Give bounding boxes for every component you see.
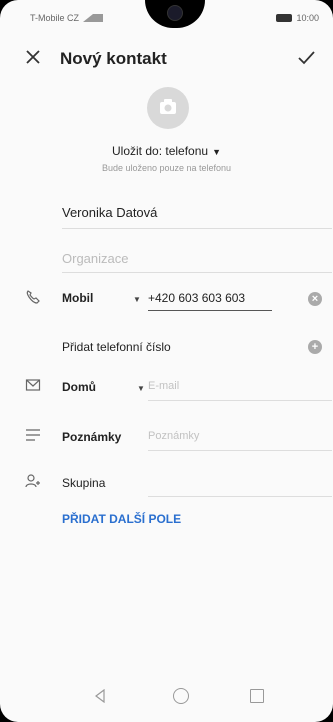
organization-divider [62, 272, 332, 273]
add-more-fields-button[interactable]: PŘIDAT DALŠÍ POLE [62, 512, 181, 526]
status-time: 10:00 [296, 13, 319, 23]
name-divider [62, 228, 332, 229]
signal-icon [83, 14, 104, 22]
status-left: T-Mobile CZ [30, 13, 104, 23]
add-icon[interactable]: + [308, 340, 322, 354]
camera-icon [160, 99, 176, 114]
home-icon[interactable] [173, 688, 189, 704]
phone-type-label[interactable]: Mobil [62, 291, 93, 305]
close-icon[interactable] [22, 46, 44, 68]
back-icon[interactable] [93, 689, 107, 703]
chevron-down-icon[interactable]: ▼ [133, 295, 141, 304]
name-field[interactable]: Veronika Datová [62, 205, 157, 220]
check-icon[interactable] [295, 46, 317, 68]
phone-input[interactable]: +420 603 603 603 [148, 291, 245, 305]
front-camera [167, 5, 183, 21]
save-location-label: Uložit do: telefonu [112, 144, 209, 158]
notes-input[interactable]: Poznámky [148, 430, 199, 442]
notes-divider [148, 450, 332, 451]
mail-icon [25, 379, 41, 391]
battery-icon [276, 14, 293, 22]
organization-field[interactable]: Organizace [62, 251, 128, 266]
save-location-note: Bude uloženo pouze na telefonu [101, 163, 232, 173]
chevron-down-icon: ▼ [212, 147, 221, 157]
clear-icon[interactable]: × [308, 292, 322, 306]
email-type-label[interactable]: Domů [62, 380, 96, 394]
notes-icon [26, 429, 40, 441]
status-bar: T-Mobile CZ 10:00 [0, 0, 333, 30]
status-right: 10:00 [276, 13, 319, 23]
group-divider [148, 496, 332, 497]
camera-notch [145, 0, 205, 28]
phone-underline [148, 310, 272, 311]
contact-editor-screen: T-Mobile CZ 10:00 Nový kontakt Uložit do… [0, 0, 333, 722]
recent-apps-icon[interactable] [250, 689, 264, 703]
carrier-text: T-Mobile CZ [30, 13, 80, 23]
email-input[interactable]: E-mail [148, 380, 179, 392]
group-icon [25, 474, 40, 488]
save-location-selector[interactable]: Uložit do: telefonu ▼ [0, 144, 333, 158]
page-title: Nový kontakt [60, 49, 167, 68]
contact-photo-button[interactable] [147, 87, 189, 129]
email-divider [148, 400, 332, 401]
notes-label: Poznámky [62, 430, 122, 444]
add-phone-button[interactable]: Přidat telefonní číslo [62, 340, 171, 354]
phone-icon [26, 290, 40, 304]
navigation-bar [0, 674, 333, 722]
chevron-down-icon[interactable]: ▼ [137, 384, 145, 393]
group-label[interactable]: Skupina [62, 476, 105, 490]
title-bar: Nový kontakt [0, 38, 333, 78]
